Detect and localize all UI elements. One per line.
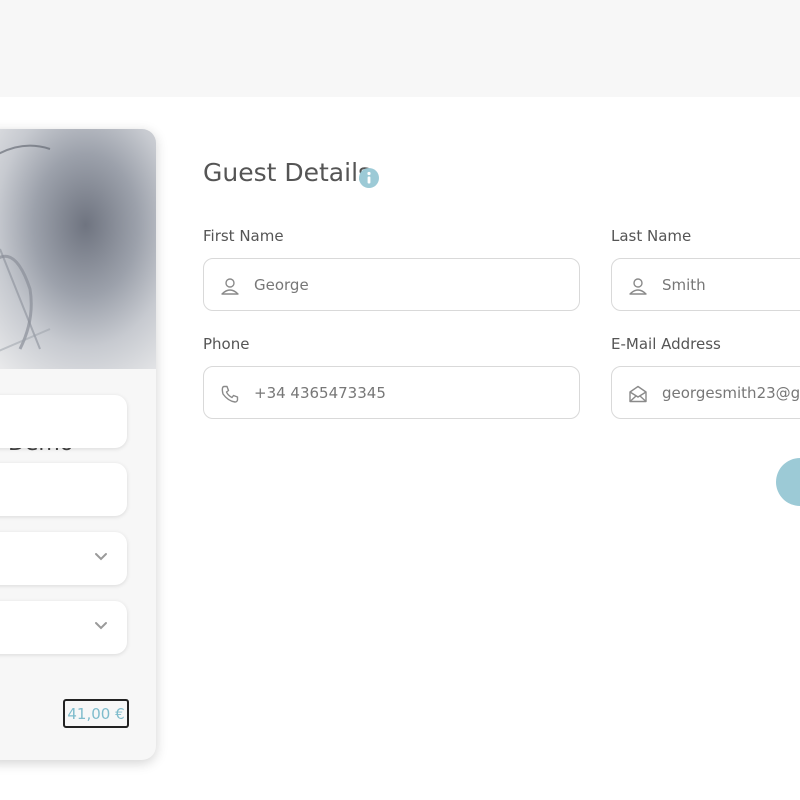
ferris-wheel-image (0, 144, 51, 352)
booking-summary-card: e: Demo (0, 129, 156, 760)
next-button[interactable] (776, 458, 800, 506)
header-band (0, 0, 800, 97)
phone-icon (221, 385, 239, 403)
first-name-field[interactable] (203, 258, 580, 311)
envelope-icon (629, 385, 647, 403)
email-input[interactable] (662, 367, 800, 418)
first-name-label: First Name (203, 227, 284, 245)
info-icon[interactable] (359, 168, 379, 188)
summary-field-2[interactable] (0, 463, 127, 516)
first-name-input[interactable] (254, 259, 569, 310)
chevron-down-icon (95, 553, 107, 561)
chevron-down-icon (95, 622, 107, 630)
email-field[interactable] (611, 366, 800, 419)
phone-input[interactable] (254, 367, 569, 418)
summary-select-2[interactable] (0, 601, 127, 654)
phone-label: Phone (203, 335, 250, 353)
email-label: E-Mail Address (611, 335, 721, 353)
user-icon (221, 278, 239, 295)
summary-image (0, 129, 156, 369)
last-name-label: Last Name (611, 227, 692, 245)
last-name-field[interactable] (611, 258, 800, 311)
phone-field[interactable] (203, 366, 580, 419)
summary-field-1[interactable] (0, 395, 127, 448)
last-name-input[interactable] (662, 259, 800, 310)
page: e: Demo 41,00 € Guest Details First Name (0, 0, 800, 800)
page-title: Guest Details (203, 158, 372, 187)
summary-select-1[interactable] (0, 532, 127, 585)
total-price: 41,00 € (63, 699, 129, 728)
user-icon (629, 278, 647, 295)
